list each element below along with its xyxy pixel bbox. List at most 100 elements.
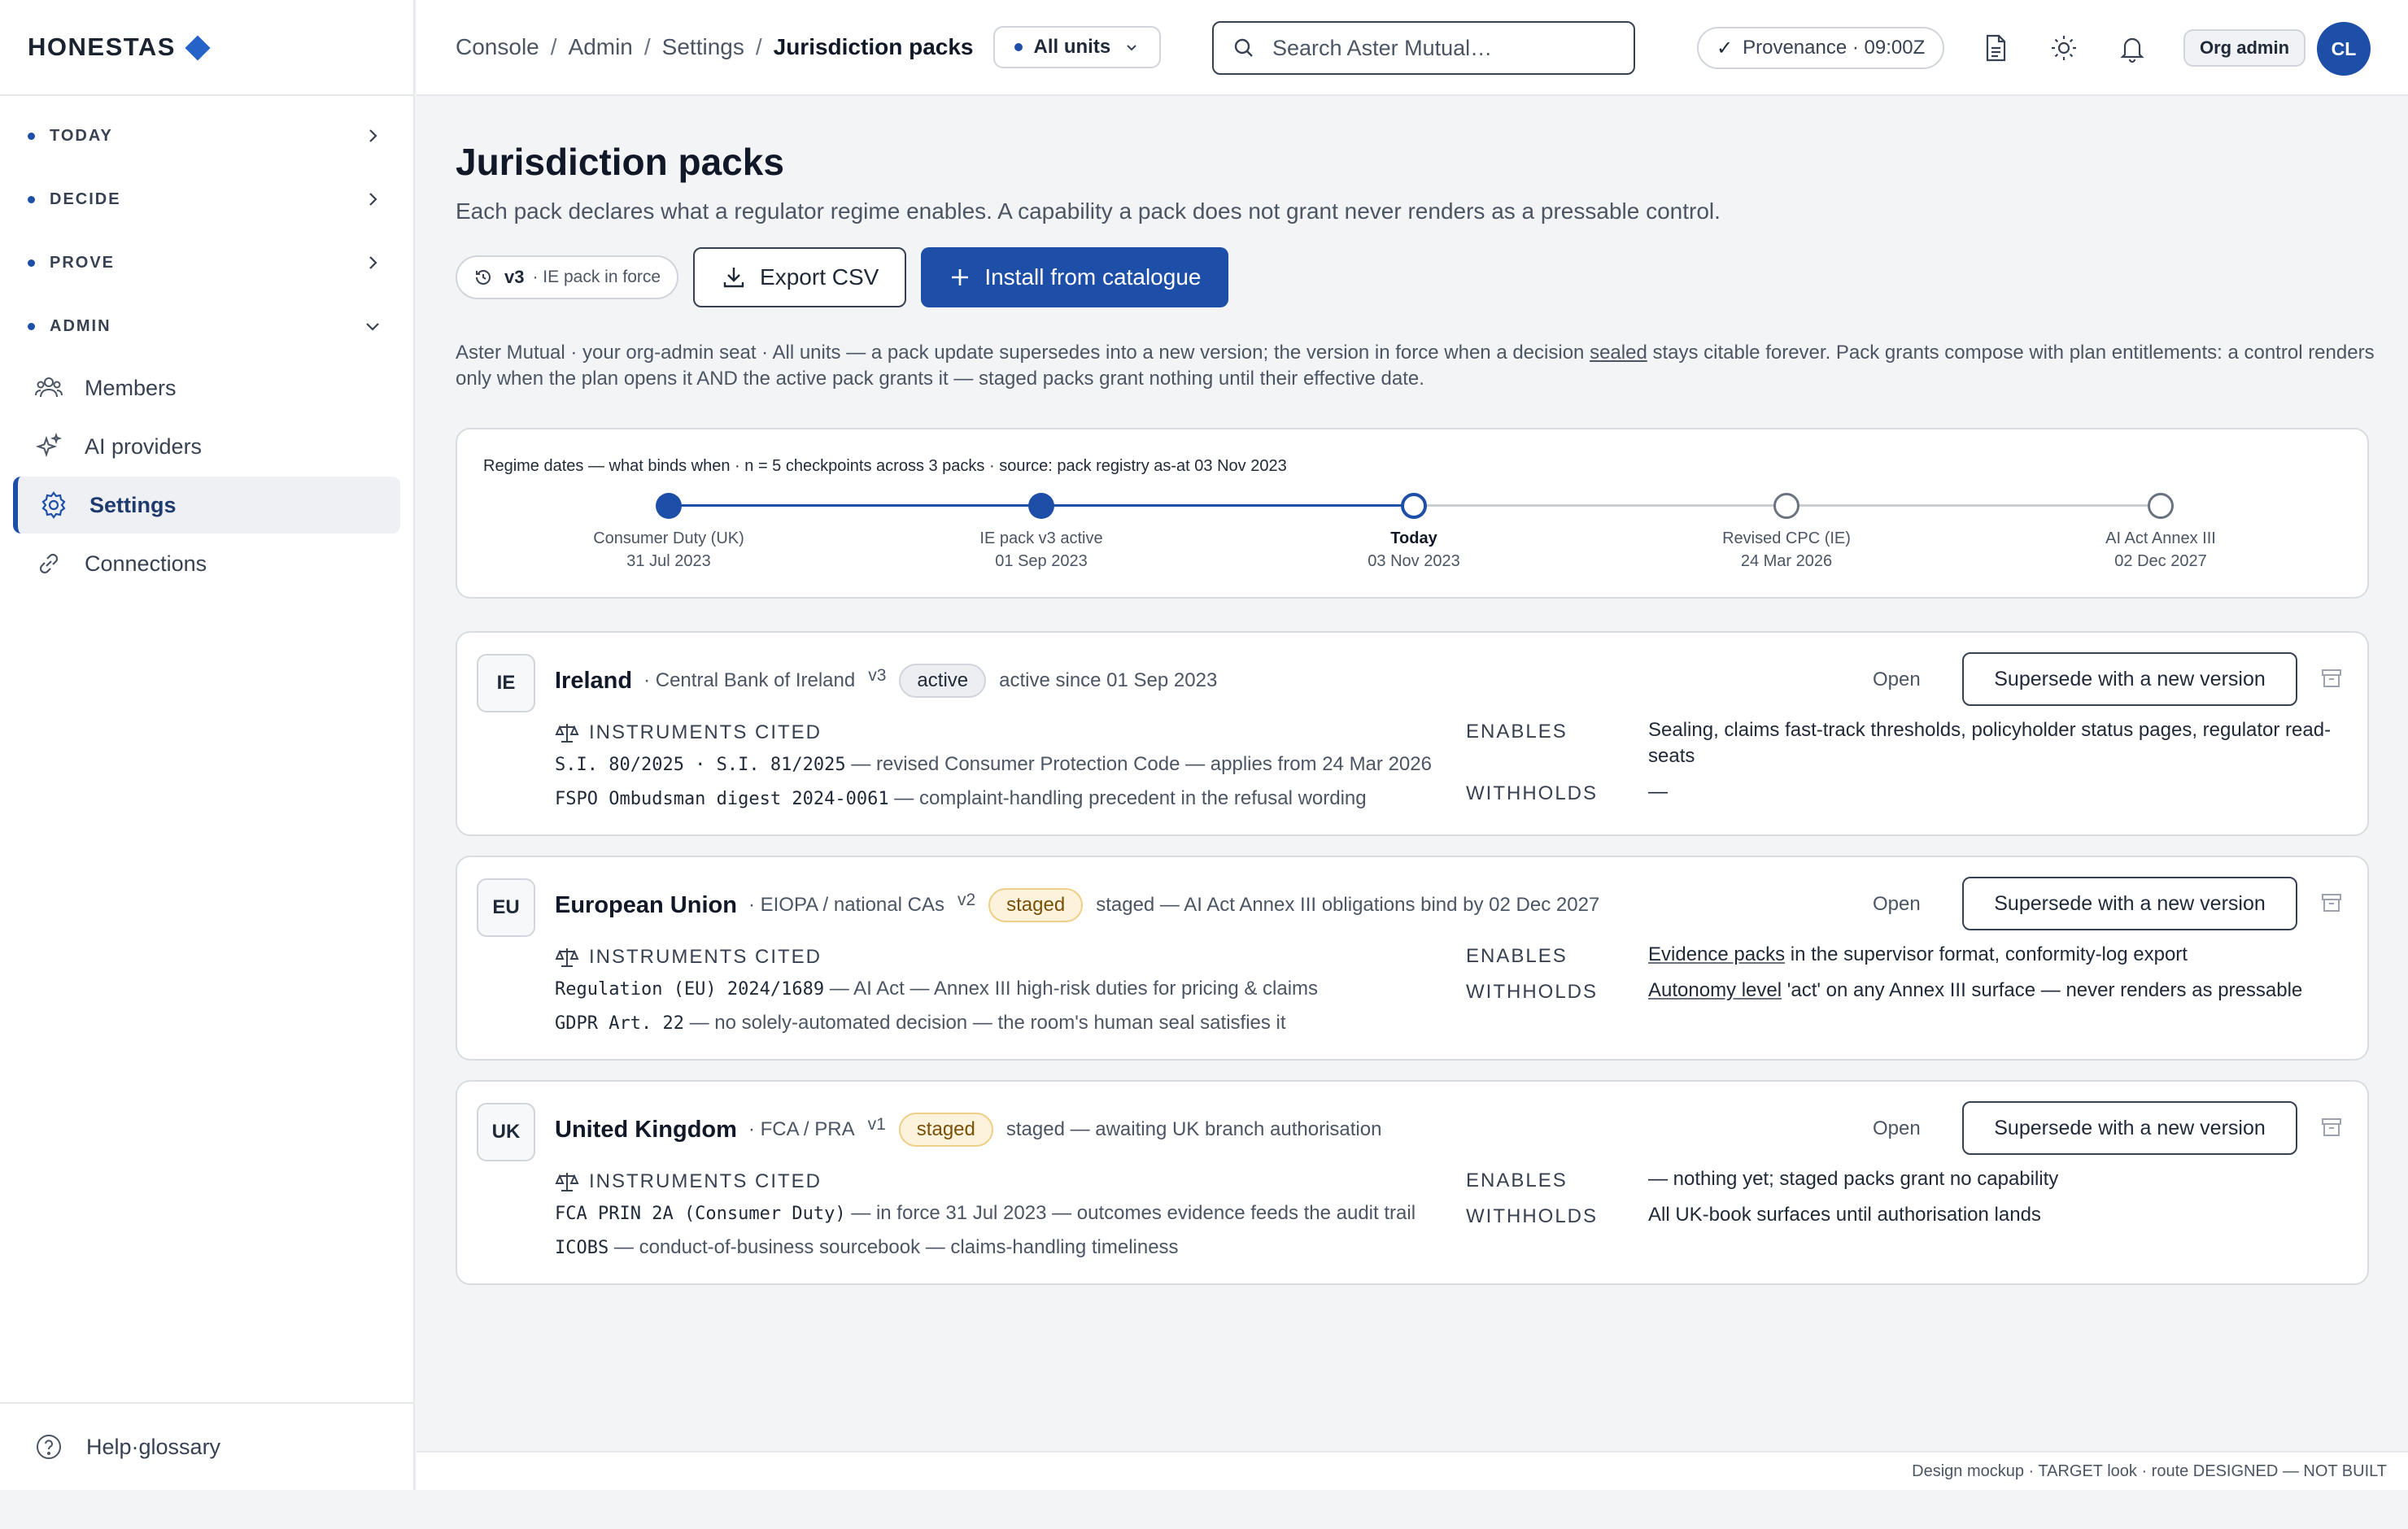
withholds-label: WITHHOLDS: [1466, 1205, 1598, 1227]
pack-status-note: active since 01 Sep 2023: [999, 669, 1218, 691]
export-csv-button[interactable]: Export CSV: [693, 247, 907, 307]
archive-icon[interactable]: [2320, 891, 2343, 914]
page-subtitle: Each pack declares what a regulator regi…: [456, 198, 1721, 224]
pack-code: IE: [477, 654, 535, 712]
nav-group-today[interactable]: TODAY: [0, 104, 413, 168]
archive-icon[interactable]: [2320, 1116, 2343, 1139]
instruments-heading: INSTRUMENTS CITED: [555, 945, 822, 969]
sparkle-icon: [35, 432, 63, 458]
withholds-label: WITHHOLDS: [1466, 981, 1598, 1003]
breadcrumb-settings[interactable]: Settings: [662, 34, 744, 60]
instruments-heading: INSTRUMENTS CITED: [555, 721, 822, 745]
breadcrumb-console[interactable]: Console: [456, 34, 539, 60]
provenance-badge[interactable]: ✓ Provenance · 09:00Z: [1697, 27, 1945, 69]
pack-header: United Kingdom · FCA / PRA v1 staged sta…: [555, 1113, 1381, 1147]
nav-group-prove[interactable]: PROVE: [0, 231, 413, 294]
nav-group-decide[interactable]: DECIDE: [0, 168, 413, 231]
plus-icon: [952, 269, 969, 285]
timeline-label: AI Act Annex III 02 Dec 2027: [2105, 529, 2216, 570]
pack-code: EU: [477, 878, 535, 937]
group-dot-icon: [28, 195, 35, 203]
pack-version: v3: [868, 666, 887, 685]
timeline-node-today[interactable]: [1401, 493, 1427, 519]
enables-value: — nothing yet; staged packs grant no cap…: [1648, 1168, 2059, 1190]
brand-logo[interactable]: HONESTAS: [0, 0, 413, 96]
sidebar-item-members[interactable]: Members: [13, 359, 400, 416]
check-icon: ✓: [1717, 37, 1734, 59]
role-badge[interactable]: Org admin: [2183, 29, 2306, 67]
group-dot-icon: [28, 322, 35, 330]
sidebar-item-connections[interactable]: Connections: [13, 535, 400, 592]
glossary-term-autonomy-level[interactable]: Autonomy level: [1648, 979, 1782, 1001]
withholds-value: —: [1648, 781, 1668, 803]
pack-card-eu: EU European Union · EIOPA / national CAs…: [456, 856, 2369, 1061]
sidebar: HONESTAS TODAY DECIDE PROVE ADMIN Member…: [0, 0, 415, 1490]
nav-group-admin[interactable]: ADMIN: [0, 294, 413, 358]
timeline-node[interactable]: [1773, 493, 1799, 519]
search-icon: [1234, 38, 1253, 57]
footer-note: Design mockup · TARGET look · route DESI…: [417, 1451, 2408, 1490]
units-value: All units: [1033, 36, 1111, 58]
sidebar-item-label: Connections: [85, 551, 207, 576]
timeline-node[interactable]: [1028, 493, 1054, 519]
breadcrumb: Console / Admin / Settings / Jurisdictio…: [456, 34, 974, 60]
sidebar-item-label: Members: [85, 375, 177, 400]
archive-icon[interactable]: [2320, 667, 2343, 690]
supersede-button[interactable]: Supersede with a new version: [1962, 652, 2297, 706]
instrument-line: FCA PRIN 2A (Consumer Duty) — in force 3…: [555, 1202, 1416, 1224]
version-pill[interactable]: v3 · IE pack in force: [456, 255, 679, 299]
open-pack-link[interactable]: Open: [1873, 1117, 1921, 1140]
glossary-term-sealed[interactable]: sealed: [1590, 342, 1647, 364]
history-icon: [476, 269, 491, 285]
instrument-line: ICOBS — conduct-of-business sourcebook —…: [555, 1236, 1179, 1258]
scales-icon: [555, 1173, 579, 1191]
timeline-node[interactable]: [656, 493, 682, 519]
topbar: Console / Admin / Settings / Jurisdictio…: [417, 0, 2408, 96]
main-content: Jurisdiction packs Each pack declares wh…: [417, 98, 2408, 1451]
instrument-line: Regulation (EU) 2024/1689 — AI Act — Ann…: [555, 978, 1319, 1000]
withholds-label: WITHHOLDS: [1466, 782, 1598, 804]
timeline-label: IE pack v3 active 01 Sep 2023: [979, 529, 1103, 570]
version-number: v3: [504, 267, 525, 287]
sidebar-item-settings[interactable]: Settings: [13, 477, 400, 534]
download-icon: [723, 268, 744, 288]
chevron-down-icon: [366, 323, 379, 331]
units-dropdown[interactable]: All units: [992, 26, 1162, 68]
brand-diamond-icon: [185, 35, 211, 61]
enables-label: ENABLES: [1466, 1170, 1568, 1191]
pack-card-uk: UK United Kingdom · FCA / PRA v1 staged …: [456, 1080, 2369, 1285]
install-from-catalogue-button[interactable]: Install from catalogue: [921, 247, 1229, 307]
timeline-node[interactable]: [2148, 493, 2174, 519]
scales-icon: [555, 948, 579, 967]
instruments-heading: INSTRUMENTS CITED: [555, 1170, 822, 1194]
open-pack-link[interactable]: Open: [1873, 669, 1921, 691]
sidebar-item-ai-providers[interactable]: AI providers: [13, 418, 400, 475]
chevron-right-icon: [369, 129, 377, 142]
sun-icon[interactable]: [2048, 33, 2079, 63]
users-icon: [35, 377, 63, 398]
bell-icon[interactable]: [2117, 33, 2148, 63]
enables-value: Sealing, claims fast-track thresholds, p…: [1648, 719, 2332, 767]
avatar[interactable]: CL: [2317, 22, 2371, 76]
provenance-label: Provenance · 09:00Z: [1743, 37, 1926, 59]
pack-header: Ireland · Central Bank of Ireland v3 act…: [555, 664, 1217, 698]
scales-icon: [555, 724, 579, 743]
group-dot-icon: [28, 132, 35, 140]
pack-name: Ireland: [555, 667, 633, 694]
nav-group-label: ADMIN: [50, 316, 111, 335]
open-pack-link[interactable]: Open: [1873, 893, 1921, 916]
action-bar: v3 · IE pack in force Export CSV Install…: [456, 247, 1229, 307]
breadcrumb-admin[interactable]: Admin: [569, 34, 633, 60]
supersede-button[interactable]: Supersede with a new version: [1962, 1101, 2297, 1155]
sidebar-item-label: Settings: [89, 492, 177, 517]
glossary-term-evidence-packs[interactable]: Evidence packs: [1648, 943, 1785, 965]
enables-value: Evidence packs in the supervisor format,…: [1648, 943, 2188, 965]
instrument-line: S.I. 80/2025 · S.I. 81/2025 — revised Co…: [555, 753, 1432, 775]
document-icon[interactable]: [1980, 33, 2011, 63]
search-input[interactable]: Search Aster Mutual…: [1212, 21, 1635, 75]
help-glossary-link[interactable]: Help·glossary: [0, 1402, 413, 1490]
nav-group-label: TODAY: [50, 126, 113, 145]
nav-group-label: DECIDE: [50, 189, 121, 208]
supersede-button[interactable]: Supersede with a new version: [1962, 877, 2297, 930]
group-dot-icon: [28, 259, 35, 267]
